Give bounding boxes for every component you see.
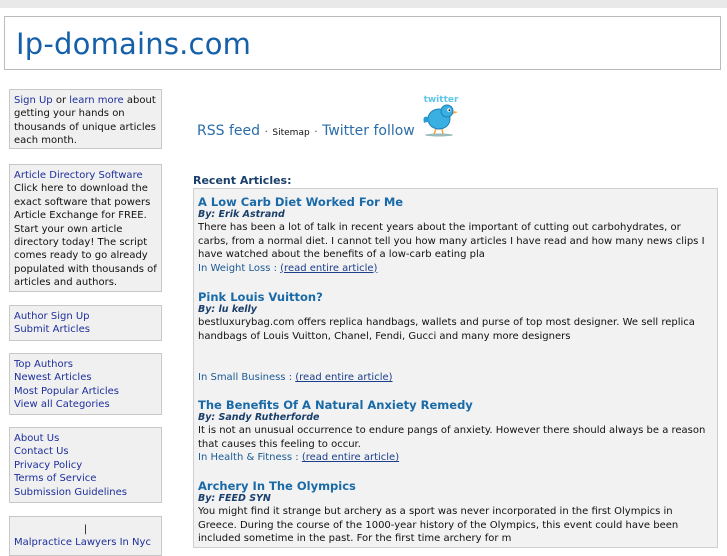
article-category: In Small Business : (read entire article… <box>198 371 714 384</box>
twitter-follow-link[interactable]: Twitter follow <box>322 123 415 139</box>
twitter-badge-text: twitter <box>424 95 459 105</box>
recent-articles-heading: Recent Articles: <box>193 174 292 187</box>
signup-box: Sign Up or learn more about getting your… <box>9 89 162 149</box>
contact-us-link[interactable]: Contact Us <box>14 445 157 458</box>
article-directory-software-link[interactable]: Article Directory Software <box>14 169 157 182</box>
article-category-label: In Health & Fitness : <box>198 452 299 463</box>
site-header: Ip-domains.com <box>4 16 721 70</box>
article-title-link[interactable]: Pink Louis Vuitton? <box>198 290 323 304</box>
article-title-link[interactable]: Archery In The Olympics <box>198 479 356 493</box>
browse-links-box: Top Authors Newest Articles Most Popular… <box>9 353 162 415</box>
read-entire-article-link[interactable]: (read entire article) <box>280 263 377 274</box>
about-us-link[interactable]: About Us <box>14 432 157 445</box>
promo-link[interactable]: Malpractice Lawyers In Nyc <box>14 536 157 549</box>
rss-feed-link[interactable]: RSS feed <box>197 123 260 139</box>
article-excerpt: You might find it strange but archery as… <box>198 506 679 544</box>
article-category-label: In Small Business : <box>198 372 293 383</box>
software-description: Click here to download the exact softwar… <box>14 183 157 289</box>
terms-of-service-link[interactable]: Terms of Service <box>14 472 157 485</box>
article-item: Archery In The Olympics By: FEED SYN You… <box>198 479 714 546</box>
most-popular-articles-link[interactable]: Most Popular Articles <box>14 385 157 398</box>
article-excerpt: It is not an unusual occurrence to endur… <box>198 425 706 450</box>
feed-separator: · <box>314 125 318 138</box>
promo-box: | Malpractice Lawyers In Nyc <box>9 516 162 556</box>
article-title-link[interactable]: A Low Carb Diet Worked For Me <box>198 195 403 209</box>
article-category-label: In Weight Loss : <box>198 262 277 274</box>
promo-separator: | <box>83 524 88 535</box>
view-all-categories-link[interactable]: View all Categories <box>14 398 157 411</box>
article-title-link[interactable]: The Benefits Of A Natural Anxiety Remedy <box>198 398 473 412</box>
top-authors-link[interactable]: Top Authors <box>14 358 157 371</box>
article-author: By: Sandy Rutherforde <box>198 412 320 423</box>
submit-articles-link[interactable]: Submit Articles <box>14 323 157 336</box>
article-excerpt: There has been a lot of talk in recent y… <box>198 222 705 260</box>
signup-link[interactable]: Sign Up <box>14 95 53 106</box>
article-category: In Health & Fitness : (read entire artic… <box>198 451 714 464</box>
top-bar <box>0 0 727 8</box>
author-signup-link[interactable]: Author Sign Up <box>14 310 157 323</box>
article-item: Pink Louis Vuitton? By: lu kelly bestlux… <box>198 290 714 384</box>
learn-more-link[interactable]: learn more <box>69 95 123 106</box>
feed-links: RSS feed · Sitemap · Twitter follow <box>197 123 415 139</box>
recent-articles-list: A Low Carb Diet Worked For Me By: Erik A… <box>193 188 718 548</box>
submission-guidelines-link[interactable]: Submission Guidelines <box>14 486 157 499</box>
software-box: Article Directory Software Click here to… <box>9 164 162 292</box>
feed-separator: · <box>264 125 268 138</box>
read-entire-article-link[interactable]: (read entire article) <box>302 452 399 463</box>
newest-articles-link[interactable]: Newest Articles <box>14 371 157 384</box>
article-category: In Weight Loss : (read entire article) <box>198 262 714 275</box>
sitemap-link[interactable]: Sitemap <box>272 128 309 138</box>
read-entire-article-link[interactable]: (read entire article) <box>295 372 392 383</box>
twitter-bird-icon[interactable]: twitter <box>418 93 464 137</box>
article-item: A Low Carb Diet Worked For Me By: Erik A… <box>198 195 714 275</box>
author-links-box: Author Sign Up Submit Articles <box>9 305 162 341</box>
article-item: The Benefits Of A Natural Anxiety Remedy… <box>198 398 714 464</box>
article-author: By: FEED SYN <box>198 493 271 504</box>
article-author: By: lu kelly <box>198 304 257 315</box>
article-author: By: Erik Astrand <box>198 209 285 220</box>
info-links-box: About Us Contact Us Privacy Policy Terms… <box>9 427 162 503</box>
site-title[interactable]: Ip-domains.com <box>16 27 251 61</box>
or-text: or <box>55 95 67 106</box>
privacy-policy-link[interactable]: Privacy Policy <box>14 459 157 472</box>
article-excerpt: bestluxurybag.com offers replica handbag… <box>198 317 695 342</box>
